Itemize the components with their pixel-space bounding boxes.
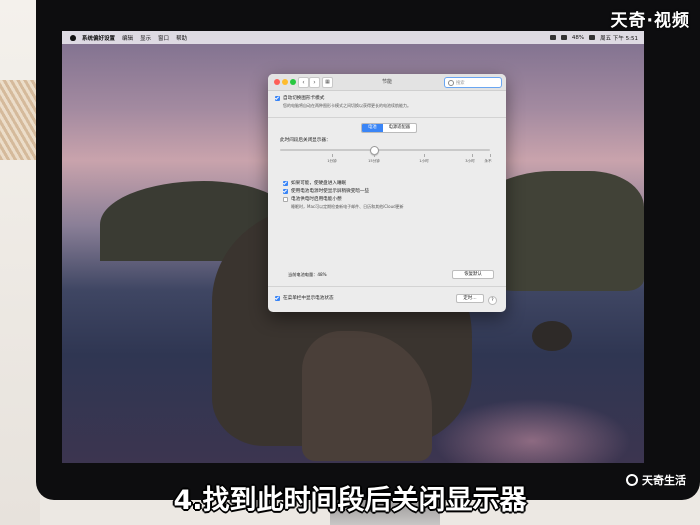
- tab-power-adapter[interactable]: 电源适配器: [383, 124, 416, 132]
- wallpaper-rock: [532, 321, 572, 351]
- status-area: 48% 周五 下午 5:51: [545, 34, 638, 42]
- battery-icon[interactable]: [589, 35, 596, 40]
- status-icon[interactable]: [549, 35, 556, 40]
- menu-edit[interactable]: 编辑: [122, 34, 133, 42]
- slider-tickmark: [472, 154, 473, 157]
- slider-label: 此时间段后关闭显示器：: [280, 138, 331, 143]
- help-button[interactable]: ?: [488, 296, 497, 305]
- auto-graphics-checkbox[interactable]: [275, 95, 280, 101]
- option-label: 使用电池电源时使显示屏稍微变暗一些: [291, 189, 370, 194]
- energy-saver-window: ‹ › ▦ 节能 搜索 自动切换图形卡模式 您的电脑将自动在两种图形卡模式之间切…: [268, 74, 506, 312]
- menu-app-name[interactable]: 系统偏好设置: [82, 34, 115, 42]
- tab-battery[interactable]: 电池: [362, 124, 383, 132]
- watermark-top: 天奇·视频: [610, 11, 690, 31]
- option-label: 如果可能，使硬盘进入睡眠: [291, 181, 347, 186]
- slider-tickmark: [424, 154, 425, 157]
- desk-background: [0, 0, 40, 525]
- apple-logo-icon[interactable]: [70, 34, 76, 41]
- video-subtitle: 4.找到此时间段后关闭显示器: [173, 485, 527, 516]
- desktop-screen: 系统偏好设置 编辑 显示 窗口 帮助 48% 周五 下午 5:51 ‹ › ▦ …: [62, 31, 644, 463]
- menu-view[interactable]: 显示: [140, 34, 151, 42]
- search-input[interactable]: 搜索: [444, 77, 502, 88]
- wifi-icon[interactable]: [560, 35, 567, 40]
- tick-label: 1小时: [419, 159, 429, 163]
- power-source-tabs: 电池 电源适配器: [361, 123, 418, 133]
- option-label: 电池供电时启用电能小憩: [291, 197, 342, 202]
- hard-disk-sleep-checkbox[interactable]: [283, 180, 288, 186]
- option-row[interactable]: 如果可能，使硬盘进入睡眠: [283, 180, 346, 186]
- show-battery-status-row[interactable]: 在菜单栏中显示电池状态: [275, 295, 334, 301]
- power-nap-checkbox[interactable]: [283, 196, 288, 202]
- dim-display-checkbox[interactable]: [283, 188, 288, 194]
- slider-tickmark: [374, 154, 375, 157]
- slider-tick-labels: 1分钟 15分钟 1小时 3小时 永不: [280, 159, 494, 171]
- option-row[interactable]: 使用电池电源时使显示屏稍微变暗一些: [283, 188, 369, 194]
- menu-help[interactable]: 帮助: [176, 34, 187, 42]
- show-battery-status-checkbox[interactable]: [275, 295, 280, 301]
- show-battery-status-label: 在菜单栏中显示电池状态: [283, 296, 334, 301]
- option-row[interactable]: 电池供电时启用电能小憩 睡眠时，Mac可以定期检查新电子邮件、日历和其他iClo…: [283, 196, 404, 210]
- power-nap-description: 睡眠时，Mac可以定期检查新电子邮件、日历和其他iCloud更新: [291, 204, 404, 209]
- display-sleep-slider-area: 此时间段后关闭显示器： 1分钟 15分钟 1小时 3小时 永不: [280, 137, 494, 163]
- menu-clock[interactable]: 周五 下午 5:51: [600, 34, 638, 42]
- search-icon: [448, 79, 454, 86]
- auto-graphics-label: 自动切换图形卡模式: [283, 96, 325, 101]
- tick-label: 3小时: [465, 159, 475, 163]
- tick-label: 15分钟: [368, 159, 380, 163]
- slider-tickmark: [490, 154, 491, 157]
- display-sleep-slider[interactable]: [280, 149, 490, 151]
- auto-graphics-description: 您的电脑将自动在两种图形卡模式之间切换以获得更长的电池续航能力。: [283, 103, 411, 108]
- auto-graphics-row[interactable]: 自动切换图形卡模式 您的电脑将自动在两种图形卡模式之间切换以获得更长的电池续航能…: [275, 95, 411, 109]
- restore-defaults-button[interactable]: 恢复默认: [452, 270, 494, 279]
- schedule-button[interactable]: 定时…: [456, 294, 484, 303]
- battery-level-text: 当前电池电量：48%: [288, 272, 327, 277]
- search-placeholder: 搜索: [456, 80, 465, 86]
- divider: [268, 286, 506, 287]
- tick-label: 1分钟: [327, 159, 337, 163]
- window-titlebar: ‹ › ▦ 节能 搜索: [268, 74, 506, 91]
- menu-window[interactable]: 窗口: [158, 34, 169, 42]
- tick-label: 永不: [484, 159, 492, 163]
- slider-tickmark: [332, 154, 333, 157]
- menu-bar: 系统偏好设置 编辑 显示 窗口 帮助 48% 周五 下午 5:51: [62, 31, 644, 44]
- battery-percent[interactable]: 48%: [572, 35, 584, 41]
- divider: [268, 117, 506, 118]
